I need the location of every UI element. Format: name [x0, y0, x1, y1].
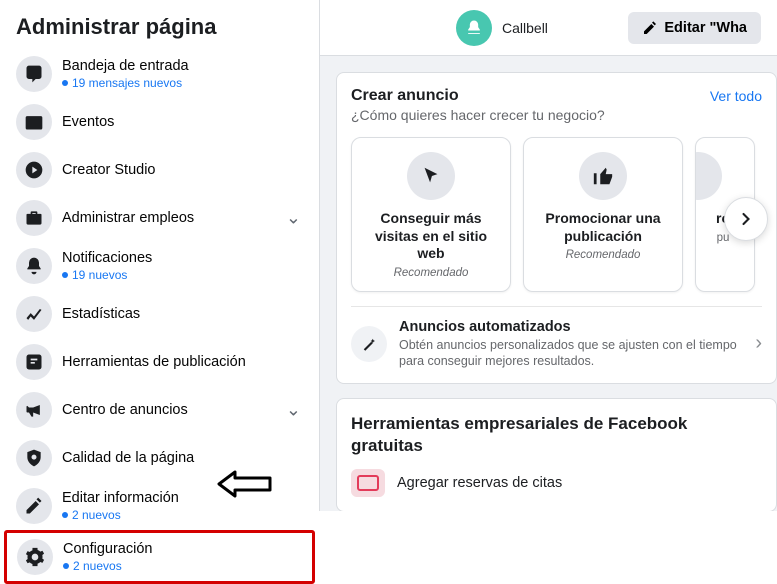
sidebar-item-label: Editar información — [62, 490, 179, 506]
sidebar-item-stats[interactable]: Estadísticas — [8, 290, 311, 338]
sidebar-item-label: Administrar empleos — [62, 210, 194, 226]
sidebar-item-quality[interactable]: Calidad de la página — [8, 434, 311, 482]
sidebar-item-label: Bandeja de entrada — [62, 58, 189, 74]
sidebar: Administrar página Bandeja de entrada 19… — [0, 0, 320, 511]
sidebar-item-settings[interactable]: Configuración 2 nuevos — [17, 535, 302, 579]
automated-ads-row[interactable]: Anuncios automatizados Obtén anuncios pe… — [351, 306, 762, 370]
ad-options: Conseguir más visitas en el sitio web Re… — [351, 137, 762, 292]
sidebar-item-jobs[interactable]: Administrar empleos ⌄ — [8, 194, 311, 242]
sidebar-title: Administrar página — [8, 8, 311, 50]
sidebar-item-label: Calidad de la página — [62, 450, 194, 466]
play-icon — [16, 152, 52, 188]
calendar-booking-icon — [351, 469, 385, 497]
sidebar-item-label: Creator Studio — [62, 162, 156, 178]
sidebar-item-ads-center[interactable]: Centro de anuncios ⌄ — [8, 386, 311, 434]
tool-label: Agregar reservas de citas — [397, 475, 562, 491]
megaphone-icon — [16, 392, 52, 428]
publish-icon — [16, 344, 52, 380]
sidebar-item-label: Configuración — [63, 541, 152, 557]
topbar: Callbell Editar "Wha — [320, 0, 777, 56]
sidebar-item-creator-studio[interactable]: Creator Studio — [8, 146, 311, 194]
sidebar-item-badge: 19 nuevos — [62, 268, 152, 282]
chevron-right-icon — [736, 209, 756, 229]
edit-button-label: Editar "Wha — [664, 20, 747, 36]
calendar-icon — [16, 104, 52, 140]
edit-button[interactable]: Editar "Wha — [628, 12, 761, 44]
row-title: Anuncios automatizados — [399, 319, 743, 335]
page-name: Callbell — [502, 20, 548, 36]
bell-icon — [16, 248, 52, 284]
thumbs-up-icon — [579, 152, 627, 200]
chart-icon — [16, 296, 52, 332]
sidebar-item-label: Herramientas de publicación — [62, 354, 246, 370]
sidebar-item-badge: 2 nuevos — [62, 508, 179, 522]
option-subtitle: Recomendado — [534, 249, 672, 261]
scroll-next-button[interactable] — [724, 197, 768, 241]
option-icon — [695, 152, 722, 200]
shield-icon — [16, 440, 52, 476]
sidebar-item-label: Notificaciones — [62, 250, 152, 266]
chevron-right-icon: › — [755, 332, 762, 355]
see-all-link[interactable]: Ver todo — [710, 88, 762, 104]
ad-option-promote[interactable]: Promocionar una publicación Recomendado — [523, 137, 683, 292]
highlight-annotation: Configuración 2 nuevos — [4, 530, 315, 584]
sidebar-item-edit-info[interactable]: Editar información 2 nuevos — [8, 482, 311, 530]
sidebar-item-notifications[interactable]: Notificaciones 19 nuevos — [8, 242, 311, 290]
bell-avatar-icon — [456, 10, 492, 46]
sidebar-item-inbox[interactable]: Bandeja de entrada 19 mensajes nuevos — [8, 50, 311, 98]
sidebar-item-publish-tools[interactable]: Herramientas de publicación — [8, 338, 311, 386]
chevron-down-icon: ⌄ — [286, 208, 301, 229]
sidebar-item-events[interactable]: Eventos — [8, 98, 311, 146]
option-subtitle: Recomendado — [362, 267, 500, 279]
option-title: Promocionar una publicación — [534, 210, 672, 245]
page-identity[interactable]: Callbell — [456, 10, 548, 46]
sidebar-item-label: Estadísticas — [62, 306, 140, 322]
inbox-icon — [16, 56, 52, 92]
card-subtitle: ¿Cómo quieres hacer crecer tu negocio? — [351, 107, 762, 123]
cursor-icon — [407, 152, 455, 200]
sidebar-item-badge: 2 nuevos — [63, 559, 152, 573]
option-title: Conseguir más visitas en el sitio web — [362, 210, 500, 263]
card-title: Crear anuncio — [351, 87, 459, 105]
pencil-icon — [16, 488, 52, 524]
tools-title: Herramientas empresariales de Facebook g… — [351, 413, 762, 457]
sidebar-item-badge: 19 mensajes nuevos — [62, 76, 189, 90]
main-panel: Callbell Editar "Wha Crear anuncio Ver t… — [320, 0, 777, 511]
briefcase-icon — [16, 200, 52, 236]
magic-wand-icon — [351, 326, 387, 362]
pencil-icon — [642, 20, 658, 36]
sidebar-item-label: Centro de anuncios — [62, 402, 188, 418]
sidebar-item-label: Eventos — [62, 114, 114, 130]
chevron-down-icon: ⌄ — [286, 400, 301, 421]
create-ad-card: Crear anuncio Ver todo ¿Cómo quieres hac… — [336, 72, 777, 384]
row-subtitle: Obtén anuncios personalizados que se aju… — [399, 337, 743, 370]
tools-card: Herramientas empresariales de Facebook g… — [336, 398, 777, 511]
ad-option-visits[interactable]: Conseguir más visitas en el sitio web Re… — [351, 137, 511, 292]
gear-icon — [17, 539, 53, 575]
tool-item-appointments[interactable]: Agregar reservas de citas — [351, 469, 762, 497]
